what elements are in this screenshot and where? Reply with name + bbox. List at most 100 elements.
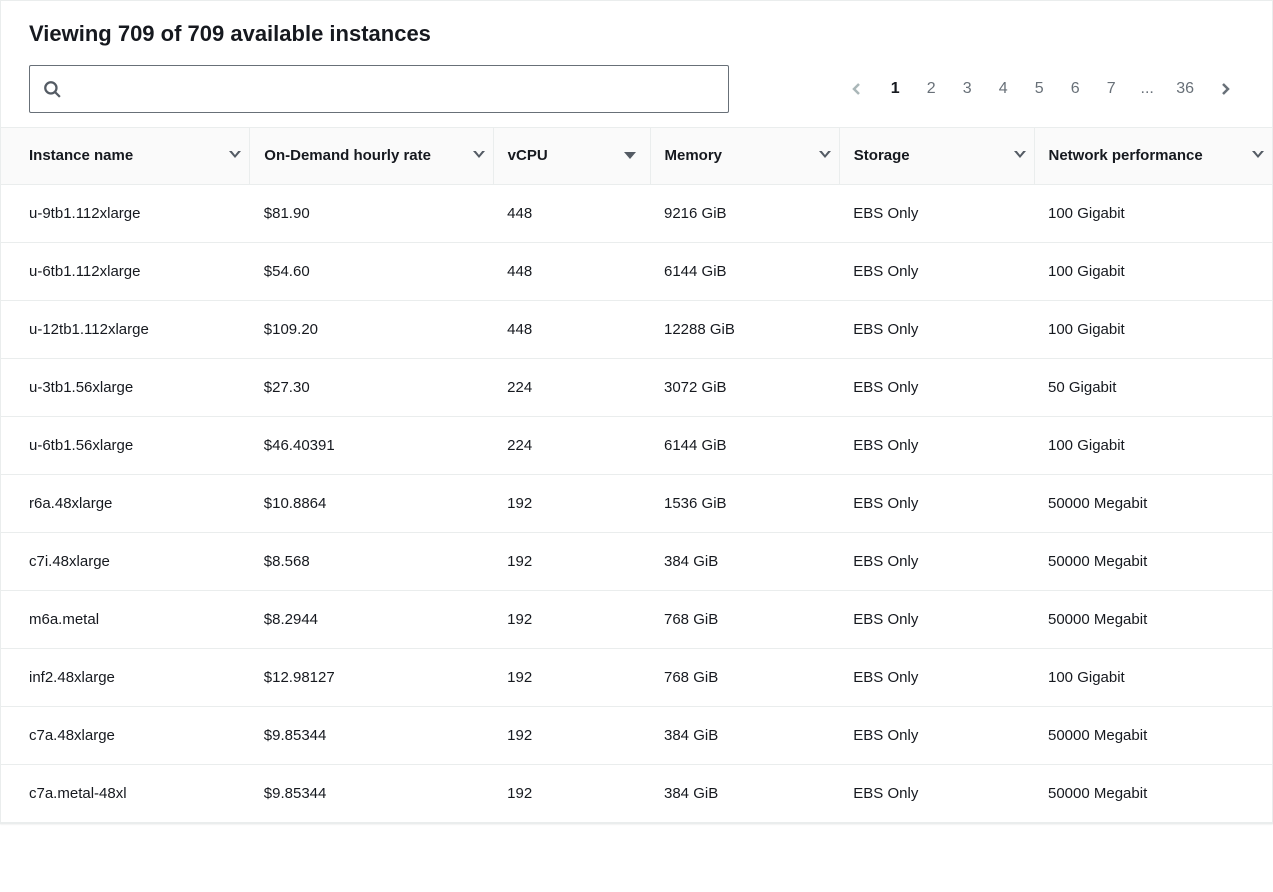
sort-icon bbox=[813, 151, 825, 161]
cell-network: 50 Gigabit bbox=[1034, 358, 1272, 416]
cell-storage: EBS Only bbox=[839, 706, 1034, 764]
cell-storage: EBS Only bbox=[839, 764, 1034, 822]
cell-storage: EBS Only bbox=[839, 648, 1034, 706]
cell-instance_name: u-6tb1.56xlarge bbox=[1, 416, 250, 474]
sort-icon bbox=[1246, 151, 1258, 161]
table-row[interactable]: inf2.48xlarge$12.98127192768 GiBEBS Only… bbox=[1, 648, 1272, 706]
cell-on_demand_rate: $10.8864 bbox=[250, 474, 493, 532]
cell-vcpu: 448 bbox=[493, 242, 650, 300]
search-input[interactable] bbox=[29, 65, 729, 113]
cell-memory: 6144 GiB bbox=[650, 242, 839, 300]
cell-on_demand_rate: $9.85344 bbox=[250, 764, 493, 822]
column-label: vCPU bbox=[508, 146, 548, 166]
column-header-vcpu[interactable]: vCPU bbox=[493, 128, 650, 185]
page-title: Viewing 709 of 709 available instances bbox=[29, 21, 1244, 47]
table-row[interactable]: m6a.metal$8.2944192768 GiBEBS Only50000 … bbox=[1, 590, 1272, 648]
cell-vcpu: 224 bbox=[493, 416, 650, 474]
chevron-right-icon bbox=[1217, 81, 1233, 97]
search-icon bbox=[43, 80, 61, 98]
table-row[interactable]: c7a.metal-48xl$9.85344192384 GiBEBS Only… bbox=[1, 764, 1272, 822]
cell-memory: 6144 GiB bbox=[650, 416, 839, 474]
column-label: On-Demand hourly rate bbox=[264, 146, 431, 166]
cell-on_demand_rate: $8.2944 bbox=[250, 590, 493, 648]
pagination-prev[interactable] bbox=[848, 80, 866, 98]
cell-storage: EBS Only bbox=[839, 474, 1034, 532]
cell-network: 50000 Megabit bbox=[1034, 532, 1272, 590]
cell-vcpu: 192 bbox=[493, 706, 650, 764]
cell-instance_name: u-3tb1.56xlarge bbox=[1, 358, 250, 416]
sort-icon bbox=[223, 151, 235, 161]
cell-network: 50000 Megabit bbox=[1034, 590, 1272, 648]
cell-memory: 384 GiB bbox=[650, 706, 839, 764]
chevron-left-icon bbox=[849, 81, 865, 97]
cell-memory: 9216 GiB bbox=[650, 184, 839, 242]
sort-icon bbox=[1008, 151, 1020, 161]
pagination-page-2[interactable]: 2 bbox=[924, 80, 938, 98]
pagination-ellipsis: ... bbox=[1140, 80, 1154, 98]
pagination-page-36[interactable]: 36 bbox=[1176, 80, 1194, 98]
cell-on_demand_rate: $8.568 bbox=[250, 532, 493, 590]
cell-memory: 12288 GiB bbox=[650, 300, 839, 358]
pagination: 1 2 3 4 5 6 7... 36 bbox=[848, 80, 1244, 98]
column-header-network[interactable]: Network performance bbox=[1034, 128, 1272, 185]
cell-network: 100 Gigabit bbox=[1034, 184, 1272, 242]
column-header-instance_name[interactable]: Instance name bbox=[1, 128, 250, 185]
cell-network: 100 Gigabit bbox=[1034, 242, 1272, 300]
sort-desc-icon bbox=[624, 152, 636, 159]
pagination-page-6[interactable]: 6 bbox=[1068, 80, 1082, 98]
column-header-storage[interactable]: Storage bbox=[839, 128, 1034, 185]
cell-network: 50000 Megabit bbox=[1034, 764, 1272, 822]
cell-instance_name: u-6tb1.112xlarge bbox=[1, 242, 250, 300]
pagination-page-5[interactable]: 5 bbox=[1032, 80, 1046, 98]
instances-panel: Viewing 709 of 709 available instances bbox=[0, 0, 1273, 824]
cell-storage: EBS Only bbox=[839, 184, 1034, 242]
toolbar: 1 2 3 4 5 6 7... 36 bbox=[29, 65, 1244, 113]
cell-vcpu: 192 bbox=[493, 764, 650, 822]
table-body: u-9tb1.112xlarge$81.904489216 GiBEBS Onl… bbox=[1, 184, 1272, 822]
cell-storage: EBS Only bbox=[839, 416, 1034, 474]
cell-vcpu: 448 bbox=[493, 300, 650, 358]
cell-storage: EBS Only bbox=[839, 532, 1034, 590]
cell-storage: EBS Only bbox=[839, 358, 1034, 416]
cell-network: 50000 Megabit bbox=[1034, 706, 1272, 764]
pagination-page-4[interactable]: 4 bbox=[996, 80, 1010, 98]
table-row[interactable]: u-6tb1.56xlarge$46.403912246144 GiBEBS O… bbox=[1, 416, 1272, 474]
cell-network: 100 Gigabit bbox=[1034, 416, 1272, 474]
table-row[interactable]: c7i.48xlarge$8.568192384 GiBEBS Only5000… bbox=[1, 532, 1272, 590]
cell-instance_name: r6a.48xlarge bbox=[1, 474, 250, 532]
instances-table: Instance name On-Demand hourly rate vCPU Me… bbox=[1, 127, 1272, 823]
cell-memory: 768 GiB bbox=[650, 590, 839, 648]
column-header-on_demand_rate[interactable]: On-Demand hourly rate bbox=[250, 128, 493, 185]
cell-instance_name: c7i.48xlarge bbox=[1, 532, 250, 590]
pagination-page-7[interactable]: 7 bbox=[1104, 80, 1118, 98]
column-label: Instance name bbox=[29, 146, 133, 166]
pagination-next[interactable] bbox=[1216, 80, 1234, 98]
cell-memory: 1536 GiB bbox=[650, 474, 839, 532]
cell-on_demand_rate: $27.30 bbox=[250, 358, 493, 416]
cell-storage: EBS Only bbox=[839, 300, 1034, 358]
table-header-row: Instance name On-Demand hourly rate vCPU Me… bbox=[1, 128, 1272, 185]
column-label: Network performance bbox=[1049, 146, 1203, 166]
table-row[interactable]: u-3tb1.56xlarge$27.302243072 GiBEBS Only… bbox=[1, 358, 1272, 416]
pagination-page-1[interactable]: 1 bbox=[888, 80, 902, 98]
cell-instance_name: c7a.metal-48xl bbox=[1, 764, 250, 822]
column-header-memory[interactable]: Memory bbox=[650, 128, 839, 185]
table-row[interactable]: u-6tb1.112xlarge$54.604486144 GiBEBS Onl… bbox=[1, 242, 1272, 300]
cell-instance_name: m6a.metal bbox=[1, 590, 250, 648]
cell-memory: 3072 GiB bbox=[650, 358, 839, 416]
table-row[interactable]: c7a.48xlarge$9.85344192384 GiBEBS Only50… bbox=[1, 706, 1272, 764]
cell-instance_name: c7a.48xlarge bbox=[1, 706, 250, 764]
cell-network: 100 Gigabit bbox=[1034, 300, 1272, 358]
cell-network: 100 Gigabit bbox=[1034, 648, 1272, 706]
cell-vcpu: 192 bbox=[493, 590, 650, 648]
table-row[interactable]: r6a.48xlarge$10.88641921536 GiBEBS Only5… bbox=[1, 474, 1272, 532]
panel-header: Viewing 709 of 709 available instances bbox=[1, 1, 1272, 127]
column-label: Storage bbox=[854, 146, 910, 166]
cell-on_demand_rate: $46.40391 bbox=[250, 416, 493, 474]
pagination-page-3[interactable]: 3 bbox=[960, 80, 974, 98]
table-row[interactable]: u-12tb1.112xlarge$109.2044812288 GiBEBS … bbox=[1, 300, 1272, 358]
table-row[interactable]: u-9tb1.112xlarge$81.904489216 GiBEBS Onl… bbox=[1, 184, 1272, 242]
cell-memory: 384 GiB bbox=[650, 532, 839, 590]
cell-on_demand_rate: $109.20 bbox=[250, 300, 493, 358]
cell-instance_name: u-12tb1.112xlarge bbox=[1, 300, 250, 358]
